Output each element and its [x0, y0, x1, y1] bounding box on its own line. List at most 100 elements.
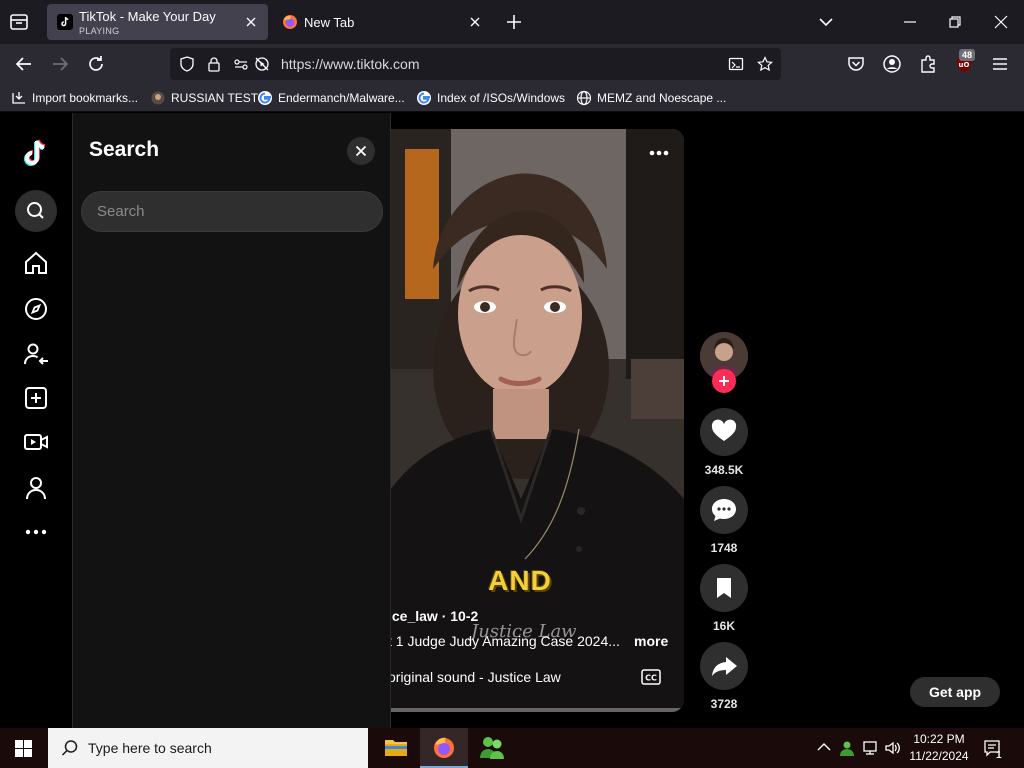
share-arrow-icon[interactable]: [700, 642, 748, 690]
reader-view-icon[interactable]: [728, 56, 744, 72]
notification-count-badge: 1: [996, 750, 1002, 761]
url-text: https://www.tiktok.com: [281, 56, 420, 72]
google-icon: [257, 90, 273, 106]
search-icon[interactable]: [15, 190, 57, 232]
bookmark-label: MEMZ and Noescape ...: [597, 91, 727, 105]
search-panel: Search: [73, 113, 391, 728]
taskbar-search-placeholder: Type here to search: [88, 740, 212, 756]
closed-captions-icon[interactable]: CC: [641, 669, 661, 685]
hamburger-menu-icon[interactable]: [990, 54, 1010, 74]
video-progress-bar[interactable]: [391, 708, 684, 712]
bookmark-russian-test[interactable]: RUSSIAN TEST: [150, 89, 258, 107]
comment-count: 1748: [710, 541, 738, 555]
site-favicon-icon: [150, 90, 166, 106]
description-more-link[interactable]: more: [634, 633, 668, 649]
pocket-icon[interactable]: [846, 54, 866, 74]
tab-title: TikTok - Make Your Day: [79, 9, 216, 24]
windows-taskbar: Type here to search 10:22 PM 11/22/2024 …: [0, 728, 1024, 768]
volume-icon[interactable]: [884, 739, 902, 757]
close-window-icon[interactable]: [993, 14, 1009, 30]
extension-badge-count: 48: [959, 49, 976, 61]
navigation-toolbar: https://www.tiktok.com uO 48: [0, 44, 1024, 84]
show-hidden-icons-chevron-icon[interactable]: [815, 739, 833, 757]
home-icon[interactable]: [22, 249, 50, 277]
firefox-icon: [282, 14, 298, 30]
bookmark-memz[interactable]: MEMZ and Noescape ...: [576, 89, 726, 107]
google-icon: [416, 90, 432, 106]
upload-plus-icon[interactable]: [22, 384, 50, 412]
firefox-taskbar-icon[interactable]: [420, 728, 468, 768]
search-icon: [61, 739, 79, 757]
comment-bubble-icon[interactable]: [700, 486, 748, 534]
list-all-tabs-icon[interactable]: [8, 12, 30, 32]
close-tab-icon[interactable]: [244, 15, 258, 29]
forward-arrow-icon[interactable]: [50, 54, 70, 74]
bookmark-label: Endermanch/Malware...: [278, 91, 405, 105]
video-author[interactable]: ice_law · 10-2: [391, 608, 478, 624]
globe-icon: [576, 90, 592, 106]
green-people-app-icon[interactable]: [468, 728, 516, 768]
browser-tab-strip: TikTok - Make Your Day PLAYING New Tab: [0, 0, 1024, 44]
save-count: 16K: [712, 619, 735, 633]
close-tab-icon[interactable]: [468, 15, 482, 29]
new-tab-plus-icon[interactable]: [505, 13, 523, 31]
like-count: 348.5K: [704, 463, 744, 477]
address-bar[interactable]: https://www.tiktok.com: [170, 48, 781, 80]
svg-text:uO: uO: [959, 61, 970, 69]
import-icon: [11, 90, 27, 106]
chevron-down-icon[interactable]: [818, 14, 834, 30]
tab-title: New Tab: [304, 15, 355, 30]
restore-window-icon[interactable]: [947, 14, 963, 30]
clock-time: 10:22 PM: [913, 732, 965, 746]
extensions-puzzle-icon[interactable]: [918, 54, 938, 74]
tracking-protection-shield-icon[interactable]: [179, 56, 195, 72]
tiktok-favicon-icon: [57, 14, 73, 30]
follow-plus-icon[interactable]: [712, 369, 736, 393]
get-app-button[interactable]: Get app: [910, 677, 1000, 707]
autoplay-blocked-icon[interactable]: [254, 56, 270, 72]
clock-date: 11/22/2024: [909, 749, 969, 763]
video-sound-link[interactable]: original sound - Justice Law: [391, 669, 561, 685]
tab-playing-status: PLAYING: [79, 26, 120, 36]
search-panel-heading: Search: [89, 138, 160, 161]
explore-compass-icon[interactable]: [22, 295, 50, 323]
svg-text:CC: CC: [645, 674, 657, 683]
video-caption-overlay: AND: [488, 565, 552, 596]
bookmark-save-icon[interactable]: [700, 564, 748, 612]
bookmark-label: RUSSIAN TEST: [171, 91, 259, 105]
bookmark-index-isos[interactable]: Index of /ISOs/Windows: [416, 89, 565, 107]
lock-icon[interactable]: [206, 56, 222, 72]
people-tray-icon[interactable]: [838, 739, 856, 757]
tab-new-tab[interactable]: New Tab: [274, 4, 492, 40]
bookmarks-toolbar: Import bookmarks... RUSSIAN TEST Enderma…: [0, 84, 1024, 112]
more-options-icon[interactable]: [648, 143, 670, 163]
following-icon[interactable]: [22, 340, 50, 368]
bookmark-label: Index of /ISOs/Windows: [437, 91, 566, 105]
search-input[interactable]: [81, 191, 383, 232]
share-count: 3728: [710, 697, 738, 711]
tiktok-logo-icon[interactable]: [22, 138, 50, 170]
bookmark-star-icon[interactable]: [757, 56, 773, 72]
like-heart-icon[interactable]: [700, 408, 748, 456]
windows-start-icon[interactable]: [15, 740, 32, 757]
video-player[interactable]: AND ice_law · 10-2 Justice Law t 1 Judge…: [391, 129, 684, 712]
tiktok-left-nav: [0, 113, 73, 728]
bookmark-label: Import bookmarks...: [32, 91, 139, 105]
bookmark-endermanch-malware[interactable]: Endermanch/Malware...: [257, 89, 405, 107]
close-search-panel-button[interactable]: [347, 137, 375, 165]
taskbar-search-box[interactable]: Type here to search: [48, 728, 368, 768]
taskbar-clock[interactable]: 10:22 PM 11/22/2024: [902, 731, 976, 765]
live-video-icon[interactable]: [22, 428, 50, 456]
tab-tiktok[interactable]: TikTok - Make Your Day PLAYING: [47, 4, 268, 40]
minimize-window-icon[interactable]: [902, 14, 918, 30]
back-arrow-icon[interactable]: [14, 54, 34, 74]
profile-icon[interactable]: [22, 474, 50, 502]
bookmark-import[interactable]: Import bookmarks...: [11, 89, 138, 107]
account-icon[interactable]: [882, 54, 902, 74]
file-explorer-icon[interactable]: [372, 728, 420, 768]
more-dots-icon[interactable]: [22, 518, 50, 546]
tiktok-page: Search Search AND ice_law · 10-2 Justice…: [0, 113, 1024, 728]
network-icon[interactable]: [862, 739, 880, 757]
reload-icon[interactable]: [86, 54, 106, 74]
permissions-icon[interactable]: [233, 56, 249, 72]
